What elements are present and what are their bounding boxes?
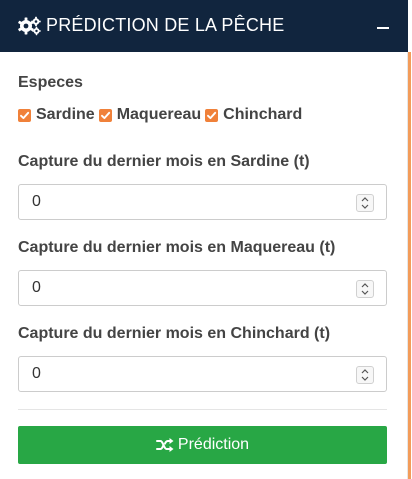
number-stepper-icon[interactable] <box>356 280 374 298</box>
input-value: 0 <box>32 365 41 382</box>
sardine-capture-input[interactable]: 0 <box>18 184 387 220</box>
minus-icon[interactable] <box>376 18 390 32</box>
checkbox-sardine[interactable]: Sardine <box>18 106 95 124</box>
prediction-button[interactable]: Prédiction <box>18 426 387 464</box>
input-value: 0 <box>32 279 41 296</box>
divider <box>18 409 387 410</box>
shuffle-icon <box>155 437 174 453</box>
checkbox-label: Maquereau <box>116 106 202 123</box>
checkbox-maquereau[interactable]: Maquereau <box>98 106 202 124</box>
prediction-button-label: Prédiction <box>177 436 250 453</box>
maquereau-capture-label: Capture du dernier mois en Maquereau (t) <box>18 239 336 256</box>
number-stepper-icon[interactable] <box>356 366 374 384</box>
checkbox-label: Sardine <box>36 106 95 123</box>
input-value: 0 <box>32 193 41 210</box>
prediction-panel: PRÉDICTION DE LA PÊCHE Especes Sardine M… <box>0 0 408 479</box>
checkbox-label: Chinchard <box>223 106 303 123</box>
checkbox-checked-icon[interactable] <box>98 108 112 122</box>
chinchard-capture-label: Capture du dernier mois en Chinchard (t) <box>18 325 331 342</box>
checkbox-checked-icon[interactable] <box>205 108 219 122</box>
gears-icon <box>18 16 42 36</box>
panel-title: PRÉDICTION DE LA PÊCHE <box>46 14 285 35</box>
panel-header: PRÉDICTION DE LA PÊCHE <box>0 0 408 52</box>
maquereau-capture-input[interactable]: 0 <box>18 270 387 306</box>
chinchard-capture-input[interactable]: 0 <box>18 356 387 392</box>
sardine-capture-label: Capture du dernier mois en Sardine (t) <box>18 153 310 170</box>
number-stepper-icon[interactable] <box>356 194 374 212</box>
checkbox-checked-icon[interactable] <box>18 108 31 122</box>
accent-edge <box>408 52 411 479</box>
species-checkbox-group: Sardine Maquereau Chinchard <box>18 105 306 125</box>
species-label: Especes <box>18 74 83 91</box>
checkbox-chinchard[interactable]: Chinchard <box>205 106 302 124</box>
